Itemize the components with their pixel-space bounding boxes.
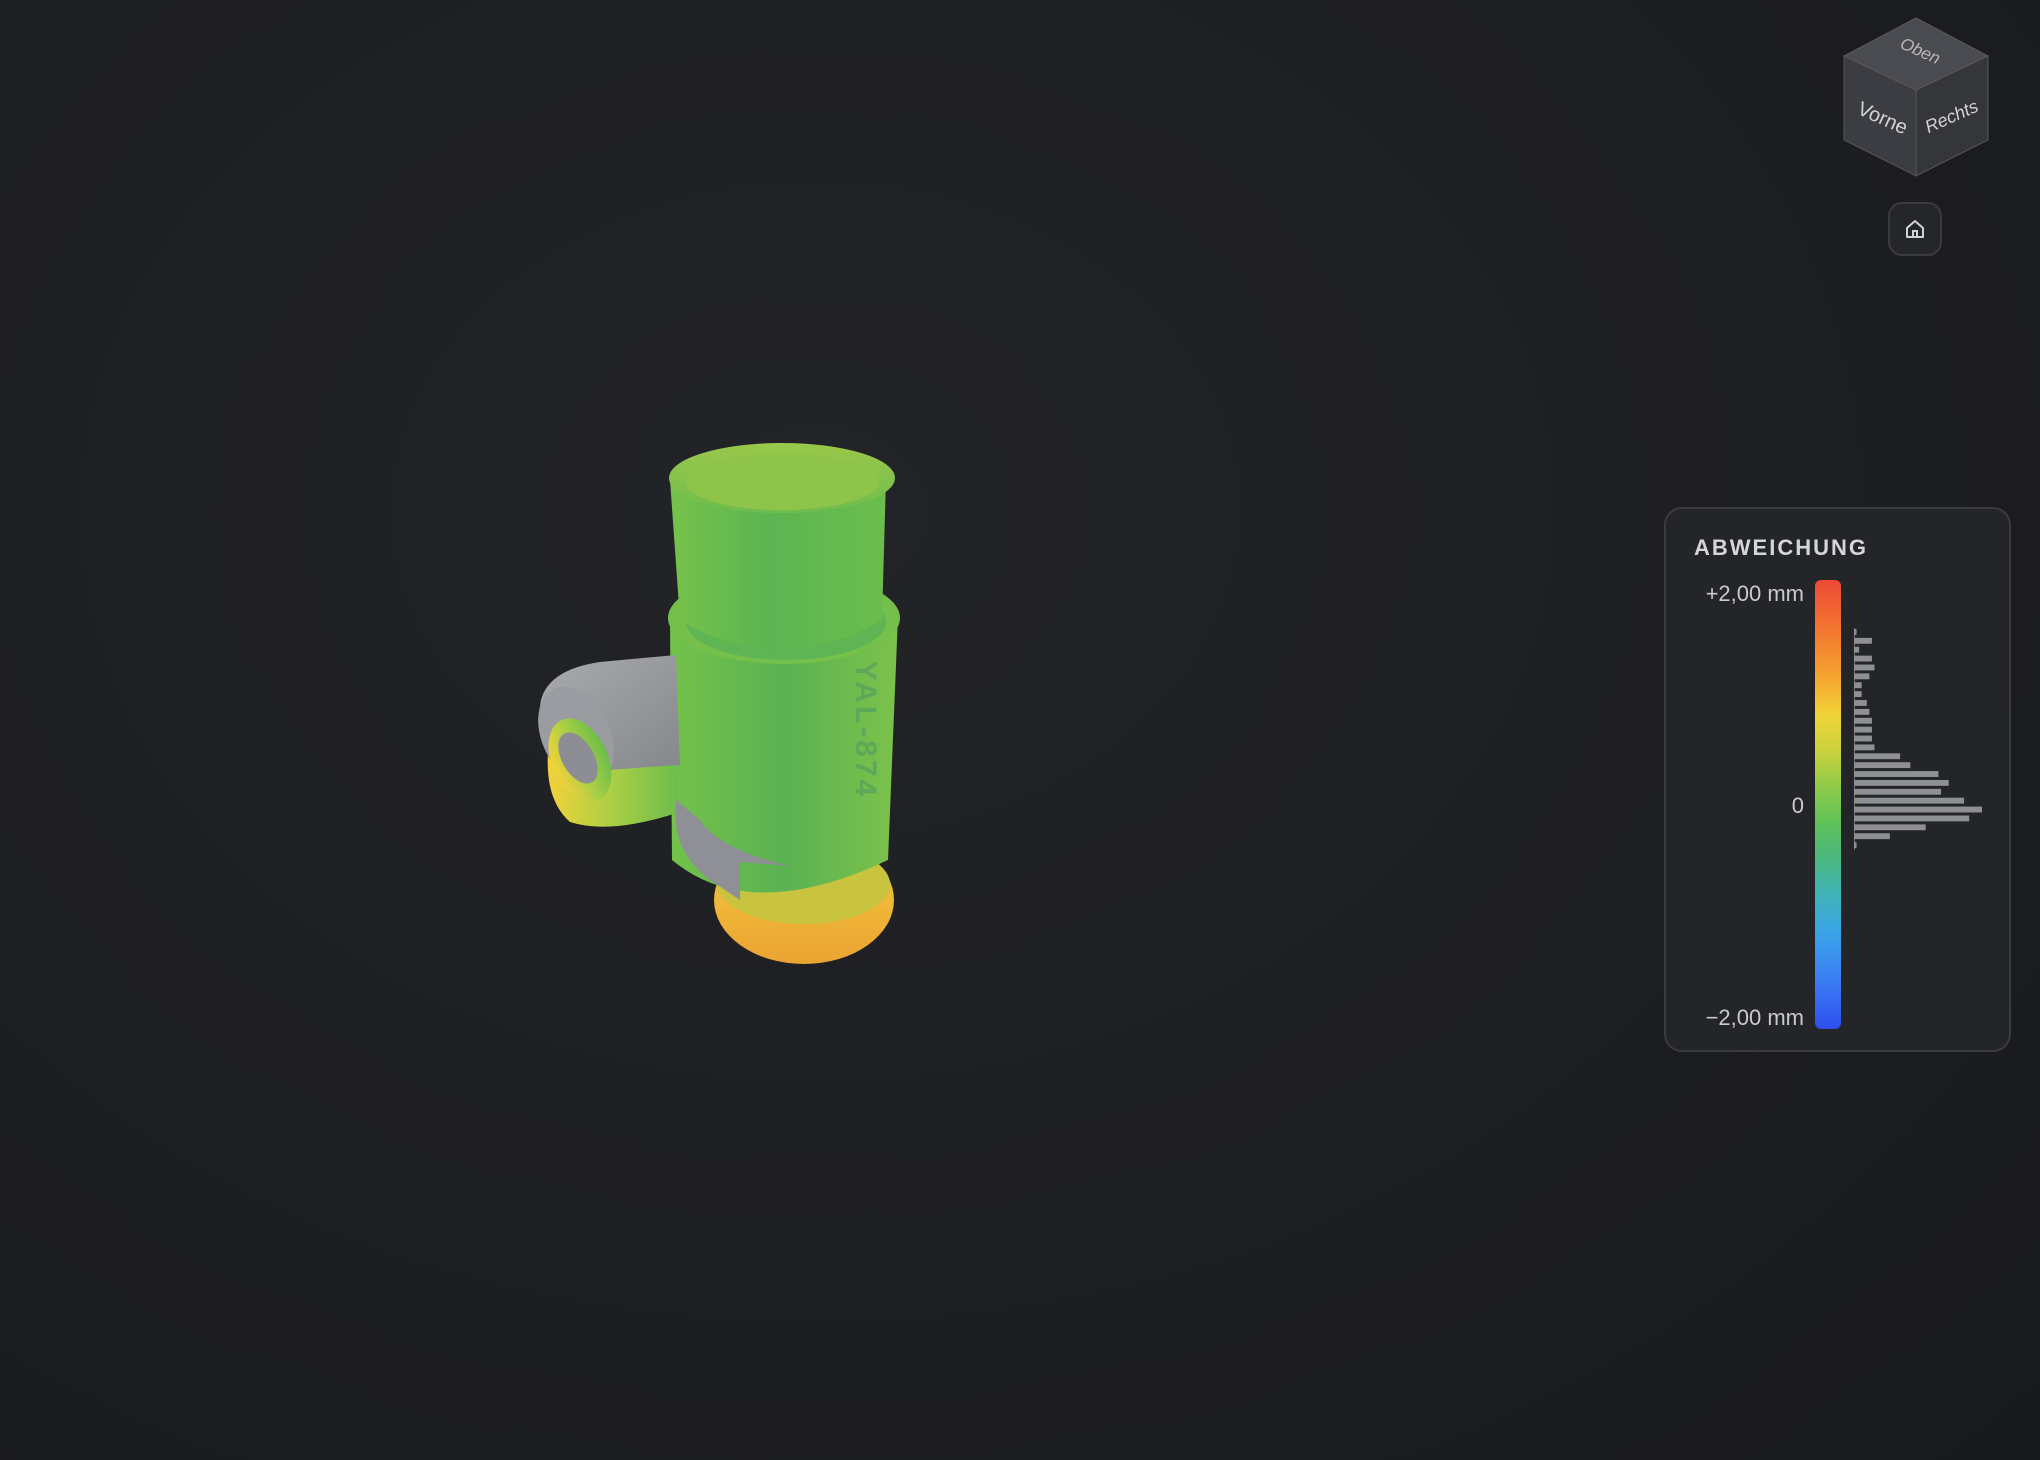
legend-max-label: +2,00 mm <box>1705 581 1804 606</box>
histogram-bar <box>1854 735 1872 742</box>
histogram-bar <box>1854 646 1860 653</box>
histogram-bar <box>1854 815 1970 822</box>
histogram-bar <box>1854 771 1939 777</box>
histogram-bar <box>1854 664 1875 671</box>
histogram-bar <box>1854 788 1942 795</box>
legend-color-scale <box>1815 580 1841 1029</box>
histogram-bar <box>1854 833 1890 840</box>
histogram-bar <box>1854 726 1872 733</box>
legend-min-label: −2,00 mm <box>1705 1005 1804 1030</box>
histogram-bar <box>1854 797 1965 804</box>
home-icon <box>1906 220 1924 238</box>
histogram-bar <box>1854 806 1982 813</box>
deviation-legend: ABWEICHUNG +2,00 mm 0 −2,00 mm <box>1664 507 2011 1052</box>
histogram-bar <box>1854 842 1857 848</box>
histogram-bar <box>1854 762 1911 769</box>
histogram-bar <box>1854 691 1862 698</box>
histogram-bar <box>1854 629 1857 635</box>
3d-viewport[interactable]: YAL-874 Oben Vorne Rechts ABWEICHUNG +2,… <box>0 0 2040 1460</box>
legend-zero-label: 0 <box>1791 793 1804 818</box>
part-engraving: YAL-874 <box>849 661 882 799</box>
histogram-bar <box>1854 700 1867 706</box>
histogram-bar <box>1854 717 1872 724</box>
legend-title: ABWEICHUNG <box>1694 535 1868 560</box>
histogram-bar <box>1854 637 1872 644</box>
histogram-bar <box>1854 655 1872 662</box>
deviation-histogram <box>1854 628 1982 850</box>
histogram-bar <box>1854 753 1901 760</box>
histogram-bar <box>1854 673 1870 680</box>
home-view-button[interactable] <box>1888 202 1942 256</box>
histogram-bar <box>1854 779 1949 786</box>
histogram-bar <box>1854 708 1870 715</box>
view-cube[interactable]: Oben Vorne Rechts <box>1836 14 1996 184</box>
histogram-bar <box>1854 682 1862 689</box>
histogram-bar <box>1854 824 1926 831</box>
histogram-bar <box>1854 744 1875 751</box>
